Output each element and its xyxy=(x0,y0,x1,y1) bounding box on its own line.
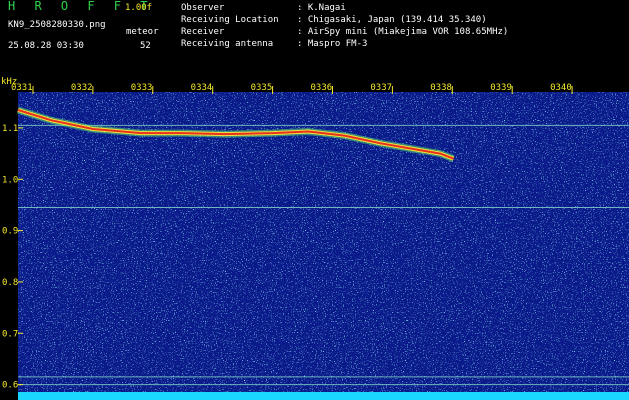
y-tick-label: 0.9 xyxy=(2,227,18,237)
observer-label: Observer xyxy=(181,3,225,13)
location-value: : Chigasaki, Japan (139.414 35.340) xyxy=(297,15,487,25)
x-tick-label: 0340 xyxy=(550,83,572,93)
x-tick-label: 0335 xyxy=(251,83,273,93)
y-tick-label: 1.0 xyxy=(2,175,18,185)
meteor-count: 52 xyxy=(140,41,151,51)
x-tick-label: 0336 xyxy=(310,83,332,93)
observer-value: : K.Nagai xyxy=(297,3,346,13)
receiver-label: Receiver xyxy=(181,27,225,37)
y-tick-label: 0.8 xyxy=(2,278,18,288)
x-tick-label: 0333 xyxy=(131,83,153,93)
x-tick-label: 0334 xyxy=(191,83,213,93)
capture-datetime: 25.08.28 03:30 xyxy=(8,41,84,51)
y-tick-label: 0.6 xyxy=(2,381,18,391)
version-label: 1.00f xyxy=(125,3,153,13)
file-name: KN9_2508280330.png xyxy=(8,20,106,30)
hrofft-window: H R O F F T 1.00f KN9_2508280330.png met… xyxy=(0,0,629,400)
noise-texture xyxy=(18,92,629,400)
spectrogram-plot: 1.1 1.0 0.9 0.8 0.7 0.6 0331 0332 0333 0334 0335 0… xyxy=(0,76,629,400)
x-tick-label: 0332 xyxy=(71,83,93,93)
receiver-value: : AirSpy mini (Miakejima VOR 108.65MHz) xyxy=(297,27,509,37)
spectrogram-svg: 1.11.00.90.80.70.6 0331 0332 0333 0334 0335 0… xyxy=(1,77,629,400)
y-tick-label: 0.7 xyxy=(2,329,18,339)
x-tick-label: 0339 xyxy=(490,83,512,93)
antenna-label: Receiving antenna xyxy=(181,39,274,49)
y-axis-label: kHz xyxy=(1,77,17,87)
x-tick-label: 0338 xyxy=(430,83,452,93)
bottom-band xyxy=(18,392,629,400)
antenna-value: : Maspro FM-3 xyxy=(297,39,368,49)
meteor-label: meteor xyxy=(126,27,159,37)
x-tick-label: 0337 xyxy=(370,83,392,93)
location-label: Receiving Location xyxy=(181,15,279,25)
y-tick-label: 1.1 xyxy=(2,124,18,134)
